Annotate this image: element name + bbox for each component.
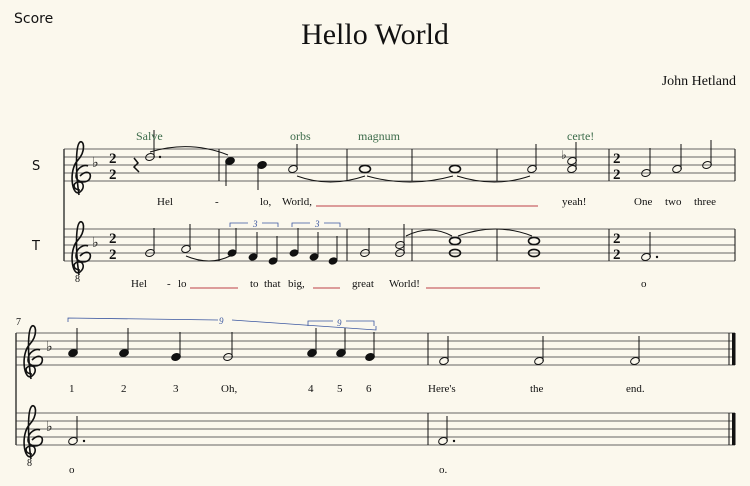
flat-icon: ♭ (46, 340, 53, 355)
svg-text:-: - (167, 278, 171, 290)
tenor-lyrics-system2: o o. (69, 464, 448, 476)
svg-text:that: that (264, 278, 281, 290)
svg-text:great: great (352, 278, 374, 290)
svg-text:2: 2 (613, 247, 621, 263)
svg-text:3: 3 (173, 383, 179, 395)
soprano-lyrics-system2: 1 2 3 Oh, 4 5 6 Here's the end. (69, 383, 645, 395)
tenor-notes-system2 (68, 416, 456, 445)
svg-text:o: o (641, 278, 647, 290)
svg-text:2: 2 (613, 151, 621, 167)
tuplet-number: 3 (252, 219, 258, 229)
svg-text:Oh,: Oh, (221, 383, 237, 395)
svg-text:o: o (69, 464, 75, 476)
svg-text:lo: lo (178, 278, 187, 290)
svg-text:2: 2 (613, 167, 621, 183)
svg-text:Hel: Hel (157, 196, 173, 208)
instrument-tenor: T (31, 239, 40, 254)
treble-clef-icon (71, 141, 92, 196)
svg-text:-: - (215, 196, 219, 208)
soprano-staff (16, 332, 735, 366)
music-notation: S T 8 ♭ ♭ 2 2 2 2 2 2 2 2 ♭ Salve orbs m… (15, 129, 736, 476)
time-signature: 2 2 2 2 2 2 2 2 (109, 151, 621, 263)
svg-text:2: 2 (613, 231, 621, 247)
svg-text:One: One (634, 196, 652, 208)
soprano-slurs (149, 146, 531, 183)
octave-mark: 8 (75, 274, 80, 285)
svg-text:two: two (665, 196, 682, 208)
annotation: Salve (136, 129, 163, 143)
treble-clef-icon (23, 325, 44, 380)
svg-text:2: 2 (109, 151, 117, 167)
instrument-soprano: S (32, 159, 40, 174)
tuplet-bracket (229, 222, 341, 227)
svg-text:1: 1 (69, 383, 75, 395)
svg-text:to: to (250, 278, 259, 290)
svg-text:lo,: lo, (260, 196, 272, 208)
svg-text:big,: big, (288, 278, 305, 290)
measure-number: 7 (16, 317, 21, 328)
svg-text:three: three (694, 196, 716, 208)
score-page: Score Hello World John Hetland S T 8 ♭ ♭… (0, 0, 750, 486)
svg-text:Hel: Hel (131, 278, 147, 290)
svg-text:2: 2 (109, 247, 117, 263)
tuplet-number: 9 (219, 316, 224, 326)
svg-text:the: the (530, 383, 544, 395)
barlines-system2 (427, 333, 730, 445)
tenor-staff (16, 412, 735, 446)
treble-clef-icon (23, 405, 44, 460)
octave-mark: 8 (27, 458, 32, 469)
annotation: certe! (567, 129, 594, 143)
flat-icon: ♭ (92, 236, 99, 251)
soprano-notes-system2 (68, 328, 640, 365)
svg-text:World!: World! (389, 278, 420, 290)
svg-text:o.: o. (439, 464, 448, 476)
svg-text:World,: World, (282, 196, 312, 208)
tuplet-number: 9 (337, 318, 342, 328)
flat-icon: ♭ (561, 148, 567, 162)
svg-text:4: 4 (308, 383, 314, 395)
soprano-staff (64, 148, 735, 182)
flat-icon: ♭ (92, 156, 99, 171)
tuplet-number: 3 (314, 219, 320, 229)
svg-text:6: 6 (366, 383, 372, 395)
treble-clef-icon (71, 221, 92, 276)
svg-text:2: 2 (121, 383, 127, 395)
svg-text:2: 2 (109, 231, 117, 247)
svg-text:yeah!: yeah! (562, 196, 586, 208)
annotation: orbs (290, 129, 311, 143)
svg-text:5: 5 (337, 383, 343, 395)
svg-text:end.: end. (626, 383, 645, 395)
svg-text:2: 2 (109, 167, 117, 183)
flat-icon: ♭ (46, 420, 53, 435)
svg-text:Here's: Here's (428, 383, 456, 395)
final-barline (732, 333, 736, 445)
annotation: magnum (358, 129, 401, 143)
